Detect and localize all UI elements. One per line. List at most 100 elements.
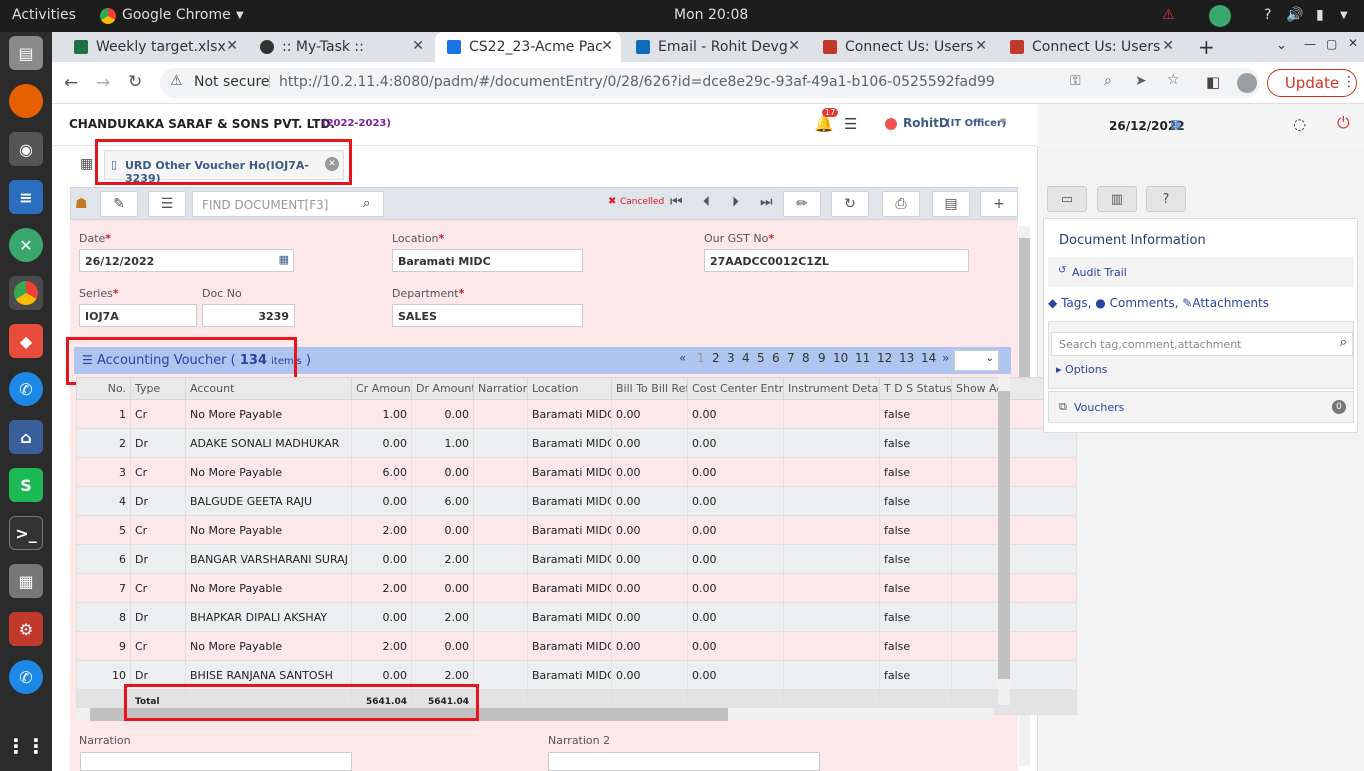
book-icon[interactable]: ▥ [1097,186,1137,212]
table-cell[interactable]: false [879,544,952,574]
files-icon[interactable]: ▤ [9,36,43,70]
table-cell[interactable]: 0.00 [611,660,688,690]
question-icon[interactable]: ? [1146,186,1186,212]
pager-page[interactable]: 1 [697,351,705,365]
browser-tab[interactable]: Connect Us: Users ✕ [811,32,995,62]
help-icon[interactable]: ? [1264,7,1271,23]
comments-link[interactable]: Comments, [1110,296,1179,310]
pager-page[interactable]: 6 [772,351,780,365]
search-icon[interactable]: ⌕ [1340,335,1347,350]
table-cell[interactable] [951,515,1077,545]
table-cell[interactable]: 0.00 [687,631,784,661]
table-cell[interactable]: 0.00 [687,457,784,487]
not-secure-label[interactable]: Not secure [194,74,270,90]
chrome-dock-icon[interactable] [9,276,43,310]
browser-tab[interactable]: Weekly target.xlsx ✕ [62,32,246,62]
app-grid-icon[interactable]: ⋮⋮ [6,729,46,763]
firefox-icon[interactable] [9,84,43,118]
table-cell[interactable] [951,457,1077,487]
tag-search-input[interactable]: Search tag,comment,attachment ⌕ [1051,332,1353,356]
system-menu-icon[interactable]: ▼ [1340,10,1348,21]
date-field[interactable]: 26/12/2022 ▦ [79,249,294,272]
table-row[interactable]: 5 Cr No More Payable 2.00 0.00 Baramati MIDC 0… [76,515,1077,545]
pager-page[interactable]: 8 [802,351,810,365]
settings-icon[interactable]: ⚙ [9,612,43,646]
pager-page[interactable]: 9 [818,351,826,365]
eye-slash-icon[interactable]: ◌ [1293,115,1306,133]
table-cell[interactable]: 3 [76,457,131,487]
table-cell[interactable]: 6.00 [351,457,412,487]
column-header[interactable]: Account [185,377,352,400]
table-cell[interactable]: 0.00 [351,428,412,458]
tab-search-icon[interactable]: ⌄ [1276,38,1287,53]
speaker-icon[interactable]: ◉ [9,132,43,166]
table-cell[interactable] [473,631,528,661]
location-field[interactable]: Baramati MIDC [392,249,583,272]
column-header[interactable]: Narration [473,377,528,400]
table-cell[interactable]: No More Payable [185,631,352,661]
activities-button[interactable]: Activities [12,7,76,23]
table-cell[interactable]: BALGUDE GEETA RAJU [185,486,352,516]
table-cell[interactable]: Cr [130,631,186,661]
vouchers-row[interactable]: ⧉ Vouchers 0 [1048,391,1354,423]
table-cell[interactable] [473,602,528,632]
table-cell[interactable] [473,544,528,574]
table-cell[interactable]: 0.00 [687,660,784,690]
table-cell[interactable]: false [879,515,952,545]
grid-vscrollbar[interactable] [998,377,1010,705]
pager-page[interactable]: 13 [899,351,914,365]
table-cell[interactable]: 0.00 [411,457,474,487]
browser-tab[interactable]: :: My-Task :: ✕ [248,32,432,62]
new-tab-button[interactable]: + [1198,35,1215,59]
series-field[interactable]: IOJ7A [79,304,197,327]
table-cell[interactable]: Cr [130,573,186,603]
table-row[interactable]: 3 Cr No More Payable 6.00 0.00 Baramati MIDC 0… [76,457,1077,487]
battery-icon[interactable]: ▮ [1316,7,1324,23]
table-cell[interactable]: 2.00 [351,573,412,603]
profile-avatar[interactable] [1237,73,1257,93]
anydesk-icon[interactable]: ◆ [9,324,43,358]
close-icon[interactable]: ✕ [975,38,987,54]
table-cell[interactable] [473,428,528,458]
table-cell[interactable]: 4 [76,486,131,516]
table-cell[interactable]: 0.00 [687,486,784,516]
table-cell[interactable]: 0.00 [351,544,412,574]
table-cell[interactable]: 0.00 [611,457,688,487]
prev-icon[interactable]: ⏴ [703,194,710,210]
table-cell[interactable] [951,660,1077,690]
table-cell[interactable]: 0.00 [611,544,688,574]
table-cell[interactable]: false [879,428,952,458]
list-icon[interactable]: ☰ [844,115,857,133]
column-header[interactable]: Cr Amount [351,377,412,400]
table-cell[interactable]: Baramati MIDC [527,428,612,458]
table-cell[interactable] [473,457,528,487]
grid-menu-icon[interactable]: ▦ [80,156,93,172]
table-cell[interactable]: 8 [76,602,131,632]
close-icon[interactable]: ✕ [1162,38,1174,54]
calendar-icon[interactable]: ▦ [1170,117,1181,131]
table-cell[interactable]: 0.00 [687,515,784,545]
table-cell[interactable]: 0.00 [687,399,784,429]
page-size-select[interactable]: ⌄ [954,350,999,371]
add-icon[interactable]: + [980,191,1018,217]
scrollbar-thumb[interactable] [998,391,1010,679]
find-document-input[interactable]: FIND DOCUMENT[F3] ⌕ [192,191,384,217]
window-close-button[interactable]: ✕ [1348,36,1358,50]
table-cell[interactable] [783,544,880,574]
reload-icon[interactable]: ↻ [128,72,142,92]
writer-icon[interactable]: ≡ [9,180,43,214]
department-field[interactable]: SALES [392,304,583,327]
table-cell[interactable]: 9 [76,631,131,661]
url-text[interactable]: http://10.2.11.4:8080/padm/#/documentEnt… [279,74,995,90]
column-header[interactable]: Type [130,377,186,400]
table-cell[interactable]: 0.00 [611,631,688,661]
user-name[interactable]: RohitD [903,116,949,130]
address-bar[interactable]: ⚠ Not secure | http://10.2.11.4:8080/pad… [160,68,1260,98]
sync-icon[interactable] [1209,5,1231,27]
key-icon[interactable]: ⚿ [1070,73,1081,89]
spreadsheet-icon[interactable]: S [9,468,43,502]
table-cell[interactable]: BHAPKAR DIPALI AKSHAY [185,602,352,632]
pager-prev[interactable]: « [679,351,686,365]
table-row[interactable]: 6 Dr BANGAR VARSHARANI SURAJ 0.00 2.00 Barama… [76,544,1077,574]
table-row[interactable]: 1 Cr No More Payable 1.00 0.00 Baramati MIDC 0… [76,399,1077,429]
